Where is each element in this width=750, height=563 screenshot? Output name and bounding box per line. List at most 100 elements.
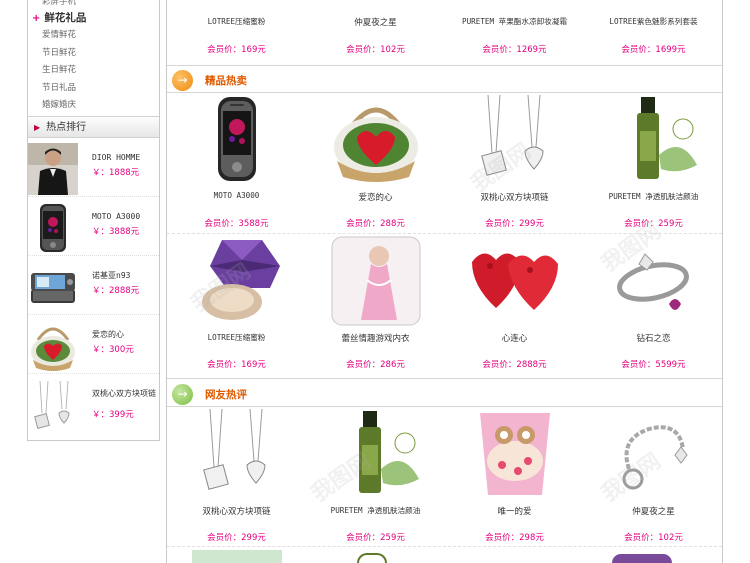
product-card[interactable]: LOTREE紫色魅影系列套装 会员价：1699元 [584, 0, 723, 66]
bottle-icon[interactable] [331, 409, 421, 499]
product-price: 会员价：259元 [346, 533, 405, 543]
plus-icon: + [32, 13, 41, 24]
necklace-icon[interactable] [192, 409, 282, 499]
phone-icon[interactable] [192, 95, 282, 185]
bottle-icon[interactable] [609, 95, 699, 185]
product-name[interactable]: MOTO A3000 [167, 191, 306, 200]
sidebar-item[interactable]: 婚嫁婚庆 [28, 97, 159, 115]
nokia-phone-icon [31, 272, 75, 303]
hot-item[interactable]: DIOR HOMME ￥：1888元 [28, 138, 159, 197]
divider [167, 65, 722, 66]
flower-basket-icon [31, 327, 75, 371]
divider [167, 378, 722, 379]
product-price: 会员价：286元 [346, 360, 405, 370]
product-name[interactable]: 仲夏夜之星 [584, 505, 723, 517]
hot-item-price: ￥：300元 [92, 344, 134, 355]
product-card[interactable]: LOTREE压缩蜜粉 会员价：169元 [167, 0, 306, 66]
sidebar-category-label: 鲜花礼品 [44, 12, 87, 24]
product-name[interactable]: LOTREE压缩蜜粉 [167, 332, 306, 343]
product-price: 会员价：169元 [207, 360, 266, 370]
product-card[interactable]: PURETEM 净透肌肤洁颜油 会员价：259元 [584, 95, 723, 235]
man-photo-icon [28, 142, 78, 195]
hot-item-price: ￥：3888元 [92, 226, 140, 237]
product-image-partial[interactable] [357, 553, 387, 563]
sidebar-item[interactable]: 节日鲜花 [28, 45, 159, 63]
product-name[interactable]: PURETEM 净透肌肤洁颜油 [306, 505, 445, 516]
arrow-right-icon: → [172, 70, 193, 91]
necklace-icon [34, 380, 70, 429]
product-name[interactable]: 双桃心双方块项链 [445, 191, 584, 203]
product-card[interactable]: 双桃心双方块项链 会员价：299元 [445, 95, 584, 235]
product-card[interactable]: PURETEM 净透肌肤洁颜油 会员价：259元 [306, 409, 445, 549]
product-price: 会员价：169元 [207, 45, 266, 55]
sidebar-item[interactable]: 节日礼品 [28, 80, 159, 98]
product-card[interactable]: 蕾丝情趣游戏内衣 会员价：286元 [306, 236, 445, 376]
hot-item[interactable]: MOTO A3000 ￥：3888元 [28, 197, 159, 256]
product-card[interactable]: 钻石之恋 会员价：5599元 [584, 236, 723, 376]
section-header-featured: → 精品热卖 [167, 67, 722, 93]
rose-hearts-icon[interactable] [470, 236, 560, 326]
hot-item[interactable]: 爱恋的心 ￥：300元 [28, 315, 159, 374]
powder-compact-icon[interactable] [192, 236, 282, 326]
hot-item-name: MOTO A3000 [92, 211, 141, 221]
sidebar: 彩屏手机 + 鲜花礼品 爱情鲜花 节日鲜花 生日鲜花 节日礼品 婚嫁婚庆 ▶ 热点排… [27, 0, 160, 441]
section-title[interactable]: 精品热卖 [205, 73, 247, 88]
product-price: 会员价：1699元 [621, 45, 686, 55]
hot-ranking-header: ▶ 热点排行 [28, 115, 159, 138]
product-name[interactable]: 双桃心双方块项链 [167, 505, 306, 517]
product-price: 会员价：2888元 [482, 360, 547, 370]
product-price: 会员价：288元 [346, 219, 405, 229]
product-price: 会员价：299元 [485, 219, 544, 229]
ring-icon[interactable] [609, 236, 699, 326]
hot-item[interactable]: 诺基亚n93 ￥：2888元 [28, 256, 159, 315]
lingerie-icon[interactable] [331, 236, 421, 326]
product-card[interactable]: 仲夏夜之星 会员价：102元 [584, 409, 723, 549]
product-card[interactable]: 双桃心双方块项链 会员价：299元 [167, 409, 306, 549]
hot-item-price: ￥：2888元 [92, 285, 140, 296]
product-name[interactable]: 唯一的爱 [445, 505, 584, 517]
product-image-partial[interactable] [192, 550, 282, 563]
product-card[interactable]: PURETEM 苹果酯水凉卸妆凝霜 会员价：1269元 [445, 0, 584, 66]
product-name[interactable]: LOTREE压缩蜜粉 [167, 16, 306, 27]
hot-item-price: ￥：399元 [92, 409, 134, 420]
row-separator [167, 546, 722, 547]
product-card[interactable]: 心连心 会员价：2888元 [445, 236, 584, 376]
product-price: 会员价：102元 [346, 45, 405, 55]
product-price: 会员价：1269元 [482, 45, 547, 55]
bouquet-icon[interactable] [470, 409, 560, 499]
triangle-right-icon: ▶ [34, 122, 41, 132]
product-name[interactable]: 心连心 [445, 332, 584, 344]
product-price: 会员价：299元 [207, 533, 266, 543]
product-name[interactable]: PURETEM 苹果酯水凉卸妆凝霜 [445, 16, 584, 27]
hot-item-name: DIOR HOMME [92, 152, 141, 162]
product-card[interactable]: 仲夏夜之星 会员价：102元 [306, 0, 445, 66]
bracelet-icon[interactable] [609, 409, 699, 499]
main-content: LOTREE压缩蜜粉 会员价：169元 仲夏夜之星 会员价：102元 PURET… [166, 0, 723, 563]
product-name[interactable]: LOTREE紫色魅影系列套装 [584, 16, 723, 27]
sidebar-item-color-phone[interactable]: 彩屏手机 [28, 0, 159, 9]
product-price: 会员价：102元 [624, 533, 683, 543]
row-separator [167, 233, 722, 234]
sidebar-category-flowers[interactable]: + 鲜花礼品 [28, 9, 159, 27]
product-card[interactable]: 唯一的爱 会员价：298元 [445, 409, 584, 549]
product-name[interactable]: 蕾丝情趣游戏内衣 [306, 332, 445, 344]
product-price: 会员价：298元 [485, 533, 544, 543]
product-card[interactable]: MOTO A3000 会员价：3588元 [167, 95, 306, 235]
product-name[interactable]: 仲夏夜之星 [306, 16, 445, 28]
necklace-icon[interactable] [470, 95, 560, 185]
sidebar-item[interactable]: 爱情鲜花 [28, 27, 159, 45]
product-name[interactable]: 钻石之恋 [584, 332, 723, 344]
product-price: 会员价：259元 [624, 219, 683, 229]
product-card[interactable]: LOTREE压缩蜜粉 会员价：169元 [167, 236, 306, 376]
product-image-partial[interactable] [612, 554, 672, 563]
arrow-right-icon: → [172, 384, 193, 405]
hot-item[interactable]: 双桃心双方块项链 ￥：399元 [28, 374, 159, 433]
phone-icon [40, 203, 66, 252]
section-title[interactable]: 网友热评 [205, 387, 247, 402]
product-card[interactable]: 爱恋的心 会员价：288元 [306, 95, 445, 235]
hot-ranking-title: 热点排行 [46, 121, 87, 133]
product-name[interactable]: 爱恋的心 [306, 191, 445, 203]
product-name[interactable]: PURETEM 净透肌肤洁颜油 [584, 191, 723, 202]
flower-basket-icon[interactable] [331, 95, 421, 185]
sidebar-item[interactable]: 生日鲜花 [28, 62, 159, 80]
